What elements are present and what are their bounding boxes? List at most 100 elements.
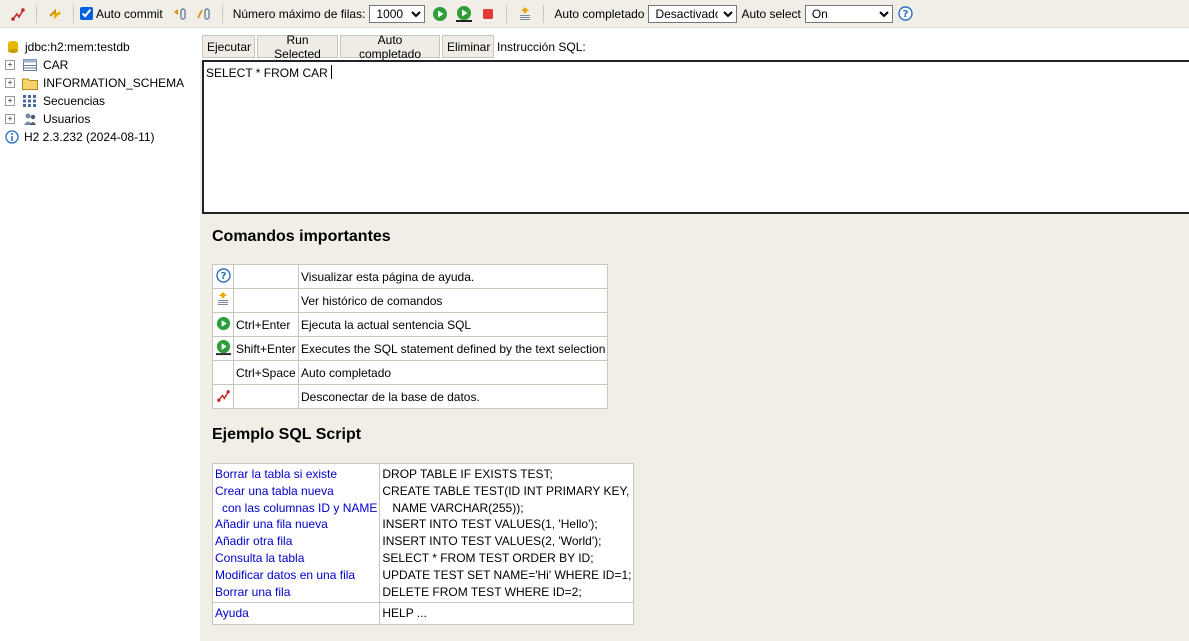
command-key: Ctrl+Space <box>233 360 299 385</box>
auto-commit-checkbox[interactable] <box>80 7 93 20</box>
disconnect-icon[interactable] <box>9 5 27 23</box>
example-link[interactable]: con las columnas ID y NAME <box>215 500 377 517</box>
sql-statement-label: Instrucción SQL: <box>497 40 586 54</box>
run-selected-icon <box>215 339 231 355</box>
command-description: Auto completado <box>297 360 609 385</box>
command-description: Executes the SQL statement defined by th… <box>297 336 609 361</box>
example-links-cell: Borrar la tabla si existe Crear una tabl… <box>211 462 381 604</box>
stop-icon[interactable] <box>479 5 497 23</box>
tree-version: H2 2.3.232 (2024-08-11) <box>0 128 200 146</box>
example-title: Ejemplo SQL Script <box>212 426 362 443</box>
sequence-icon <box>22 94 38 108</box>
example-code-cell: DROP TABLE IF EXISTS TEST; CREATE TABLE … <box>379 462 635 604</box>
svg-text:?: ? <box>220 271 226 282</box>
command-icon-cell <box>212 360 234 385</box>
tree-item-car[interactable]: + CAR <box>0 56 200 74</box>
expand-icon[interactable]: + <box>5 60 15 70</box>
tree-item-label: CAR <box>43 58 69 72</box>
help-panel: Comandos importantes ? Visualizar esta p… <box>211 228 635 626</box>
tree-item-label: Usuarios <box>43 112 91 126</box>
toolbar-separator <box>506 4 508 23</box>
help-link[interactable]: Ayuda <box>215 605 377 622</box>
run-selected-icon[interactable] <box>455 5 473 23</box>
sql-editor[interactable]: SELECT * FROM CAR <box>202 60 1189 214</box>
autoselect-label: Auto select <box>741 6 801 21</box>
users-icon <box>22 112 38 126</box>
example-link[interactable]: Crear una tabla nueva <box>215 483 377 500</box>
command-key: Shift+Enter <box>233 336 299 361</box>
example-link[interactable]: Borrar una fila <box>215 584 377 601</box>
sql-editor-text: SELECT * FROM CAR <box>206 66 328 80</box>
expand-icon[interactable]: + <box>5 96 15 106</box>
command-key <box>233 288 299 313</box>
tree-item-sequences[interactable]: + Secuencias <box>0 92 200 110</box>
connection-label: jdbc:h2:mem:testdb <box>25 40 130 54</box>
command-description: Desconectar de la base de datos. <box>297 384 609 409</box>
history-icon <box>218 292 228 305</box>
history-icon[interactable] <box>516 5 534 23</box>
database-icon <box>5 40 21 54</box>
command-icon-cell <box>212 336 234 361</box>
table-row: Borrar la tabla si existe Crear una tabl… <box>211 462 635 604</box>
max-rows-label: Número máximo de filas: <box>232 6 366 21</box>
table-row: Ayuda HELP ... <box>211 602 635 626</box>
help-icon: ? <box>215 267 231 283</box>
example-code-line: INSERT INTO TEST VALUES(1, 'Hello'); <box>382 517 598 532</box>
example-link[interactable]: Añadir otra fila <box>215 533 377 550</box>
expand-icon[interactable]: + <box>5 78 15 88</box>
example-link[interactable]: Añadir una fila nueva <box>215 516 377 533</box>
toolbar: Auto commit Número máximo de filas: 1000… <box>0 0 1189 28</box>
disconnect-icon <box>216 389 230 402</box>
text-caret <box>330 65 332 79</box>
run-selected-button[interactable]: Run Selected <box>257 33 338 61</box>
auto-commit-toggle[interactable]: Auto commit <box>80 7 163 21</box>
table-icon <box>22 58 38 72</box>
command-icon-cell <box>212 384 234 409</box>
example-code-line: UPDATE TEST SET NAME='Hi' WHERE ID=1; <box>382 567 632 582</box>
command-key: Ctrl+Enter <box>233 312 299 337</box>
commit-icon[interactable] <box>195 5 213 23</box>
tree-item-information-schema[interactable]: + INFORMATION_SCHEMA <box>0 74 200 92</box>
svg-text:?: ? <box>903 9 909 20</box>
toolbar-separator <box>36 4 37 23</box>
table-row: Ctrl+Enter Ejecuta la actual sentencia S… <box>212 312 609 337</box>
commands-table: ? Visualizar esta página de ayuda. Ver h… <box>212 264 609 409</box>
toolbar-separator <box>543 4 545 23</box>
toolbar-separator <box>73 4 74 23</box>
auto-commit-label: Auto commit <box>96 6 163 21</box>
command-icon-cell <box>212 288 234 313</box>
example-link[interactable]: Modificar datos en una fila <box>215 567 377 584</box>
rollback-icon[interactable] <box>171 5 189 23</box>
tree-item-users[interactable]: + Usuarios <box>0 110 200 128</box>
help-icon[interactable]: ? <box>897 5 915 23</box>
example-code-line: INSERT INTO TEST VALUES(2, 'World'); <box>382 534 602 549</box>
autocomplete-label: Auto completado <box>554 6 645 21</box>
info-icon <box>4 130 20 144</box>
sql-button-bar: Ejecutar Run Selected Auto completado El… <box>200 28 1189 61</box>
tree-item-label: INFORMATION_SCHEMA <box>43 76 185 90</box>
table-row: Ver histórico de comandos <box>212 288 609 313</box>
help-title: Comandos importantes <box>212 228 391 245</box>
example-code-line: NAME VARCHAR(255)); <box>392 500 524 515</box>
autocomplete-select[interactable]: Desactivado <box>648 4 738 23</box>
example-link[interactable]: Consulta la tabla <box>215 550 377 567</box>
command-key <box>233 384 299 409</box>
table-row: Desconectar de la base de datos. <box>212 384 609 409</box>
example-table: Borrar la tabla si existe Crear una tabl… <box>211 462 635 626</box>
expand-icon[interactable]: + <box>5 114 15 124</box>
max-rows-select[interactable]: 1000 <box>369 4 426 23</box>
clear-button[interactable]: Eliminar <box>442 35 494 58</box>
command-description: Visualizar esta página de ayuda. <box>297 264 609 289</box>
tree-connection[interactable]: jdbc:h2:mem:testdb <box>0 38 200 56</box>
command-icon-cell: ? <box>212 264 234 289</box>
execute-button[interactable]: Ejecutar <box>202 35 255 58</box>
autoselect-select[interactable]: On <box>804 4 893 23</box>
command-description: Ver histórico de comandos <box>297 288 609 313</box>
help-code: HELP ... <box>382 606 427 621</box>
refresh-icon[interactable] <box>46 5 64 23</box>
example-code-line: CREATE TABLE TEST(ID INT PRIMARY KEY, <box>382 483 630 498</box>
example-link[interactable]: Borrar la tabla si existe <box>215 466 377 483</box>
help-code-cell: HELP ... <box>379 602 635 626</box>
autocomplete-button[interactable]: Auto completado <box>340 33 440 61</box>
run-icon[interactable] <box>431 5 449 23</box>
